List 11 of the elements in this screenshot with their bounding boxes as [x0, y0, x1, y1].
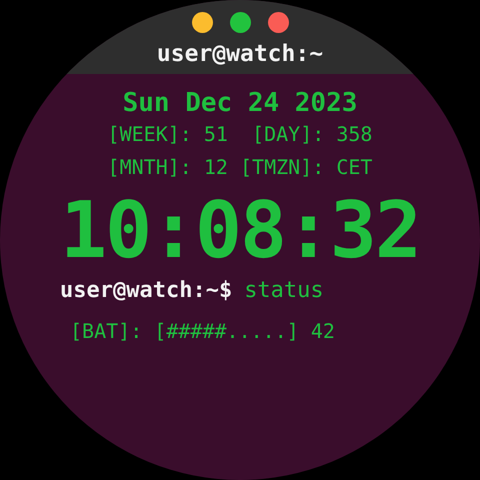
info-line: [MNTH]: 12 [TMZN]: CET — [108, 154, 372, 181]
battery-status: [BAT]: [#####.....] 42 — [70, 318, 336, 345]
prompt-text: user@watch:~$ — [60, 277, 232, 305]
window-control-dot[interactable] — [230, 12, 250, 33]
command-text: status — [244, 277, 324, 305]
window-title: user@watch:~ — [156, 41, 324, 67]
info-line: [WEEK]: 51 [DAY]: 358 — [108, 121, 372, 148]
window-control-dot[interactable] — [268, 12, 288, 33]
clock-time: 10:08:32 — [60, 186, 420, 276]
window-control-dot[interactable] — [192, 12, 212, 33]
date-text: Sun Dec 24 2023 — [122, 88, 358, 118]
